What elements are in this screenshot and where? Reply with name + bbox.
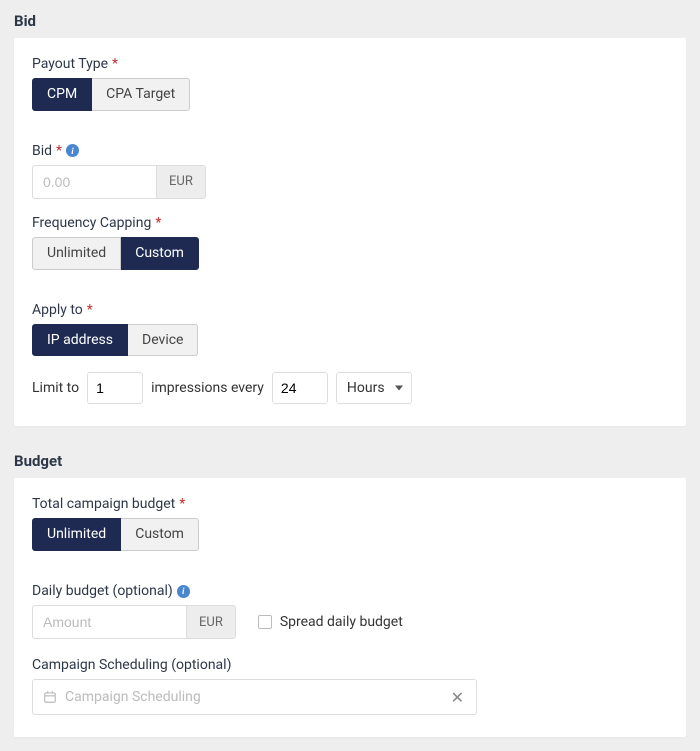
limit-row: Limit to impressions every Hours bbox=[32, 372, 668, 404]
campaign-scheduling-field: Campaign Scheduling (optional) Campaign … bbox=[32, 657, 668, 715]
campaign-scheduling-label: Campaign Scheduling (optional) bbox=[32, 657, 668, 673]
apply-to-label-text: Apply to bbox=[32, 302, 83, 318]
required-asterisk: * bbox=[87, 302, 93, 318]
required-asterisk: * bbox=[179, 496, 185, 512]
campaign-scheduling-placeholder: Campaign Scheduling bbox=[65, 689, 201, 705]
total-budget-label: Total campaign budget * bbox=[32, 496, 668, 512]
bid-label: Bid * i bbox=[32, 143, 668, 159]
required-asterisk: * bbox=[56, 143, 62, 159]
campaign-scheduling-input[interactable]: Campaign Scheduling ✕ bbox=[32, 679, 477, 715]
close-icon[interactable]: ✕ bbox=[451, 688, 464, 707]
total-budget-unlimited-button[interactable]: Unlimited bbox=[32, 518, 121, 551]
payout-type-cpm-button[interactable]: CPM bbox=[32, 78, 92, 111]
frequency-capping-field: Frequency Capping * Unlimited Custom bbox=[32, 215, 668, 286]
daily-budget-field: Daily budget (optional) i EUR Spread dai… bbox=[32, 583, 668, 639]
daily-budget-label-text: Daily budget (optional) bbox=[32, 583, 173, 599]
total-budget-custom-button[interactable]: Custom bbox=[121, 518, 199, 551]
frequency-custom-button[interactable]: Custom bbox=[121, 237, 199, 270]
bid-section-title: Bid bbox=[0, 0, 700, 38]
total-budget-label-text: Total campaign budget bbox=[32, 496, 175, 512]
daily-budget-label: Daily budget (optional) i bbox=[32, 583, 668, 599]
daily-budget-currency-addon: EUR bbox=[187, 605, 236, 639]
payout-type-field: Payout Type * CPM CPA Target bbox=[32, 56, 668, 127]
required-asterisk: * bbox=[112, 56, 118, 72]
bid-amount-input[interactable] bbox=[32, 165, 157, 199]
calendar-icon bbox=[43, 690, 57, 704]
bid-currency-addon: EUR bbox=[157, 165, 206, 199]
info-icon[interactable]: i bbox=[177, 585, 190, 598]
limit-count-input[interactable] bbox=[87, 372, 143, 404]
required-asterisk: * bbox=[155, 215, 161, 231]
payout-type-label-text: Payout Type bbox=[32, 56, 108, 72]
limit-unit-select[interactable]: Hours bbox=[336, 372, 412, 404]
limit-mid-text: impressions every bbox=[151, 380, 264, 396]
apply-to-field: Apply to * IP address Device bbox=[32, 302, 668, 357]
bid-label-text: Bid bbox=[32, 143, 52, 159]
budget-section-title: Budget bbox=[0, 440, 700, 478]
campaign-scheduling-label-text: Campaign Scheduling (optional) bbox=[32, 657, 231, 673]
total-budget-field: Total campaign budget * Unlimited Custom bbox=[32, 496, 668, 567]
payout-type-cpa-button[interactable]: CPA Target bbox=[92, 78, 190, 111]
frequency-unlimited-button[interactable]: Unlimited bbox=[32, 237, 121, 270]
info-icon[interactable]: i bbox=[66, 144, 79, 157]
spread-budget-label: Spread daily budget bbox=[280, 614, 403, 630]
payout-type-label: Payout Type * bbox=[32, 56, 668, 72]
limit-prefix-text: Limit to bbox=[32, 380, 79, 396]
apply-to-label: Apply to * bbox=[32, 302, 668, 318]
payout-type-toggle: CPM CPA Target bbox=[32, 78, 190, 111]
daily-budget-input[interactable] bbox=[32, 605, 187, 639]
bid-field: Bid * i EUR bbox=[32, 143, 668, 199]
bid-card: Payout Type * CPM CPA Target Bid * i EUR… bbox=[14, 38, 686, 426]
apply-to-toggle: IP address Device bbox=[32, 324, 198, 357]
spread-budget-row: Spread daily budget bbox=[258, 614, 403, 630]
frequency-capping-label-text: Frequency Capping bbox=[32, 215, 151, 231]
budget-card: Total campaign budget * Unlimited Custom… bbox=[14, 478, 686, 737]
limit-interval-input[interactable] bbox=[272, 372, 328, 404]
chevron-down-icon bbox=[395, 386, 403, 391]
frequency-capping-toggle: Unlimited Custom bbox=[32, 237, 199, 270]
spread-budget-checkbox[interactable] bbox=[258, 615, 272, 629]
frequency-capping-label: Frequency Capping * bbox=[32, 215, 668, 231]
total-budget-toggle: Unlimited Custom bbox=[32, 518, 199, 551]
limit-unit-value: Hours bbox=[347, 380, 385, 396]
apply-to-ip-button[interactable]: IP address bbox=[32, 324, 128, 357]
apply-to-device-button[interactable]: Device bbox=[128, 324, 198, 357]
